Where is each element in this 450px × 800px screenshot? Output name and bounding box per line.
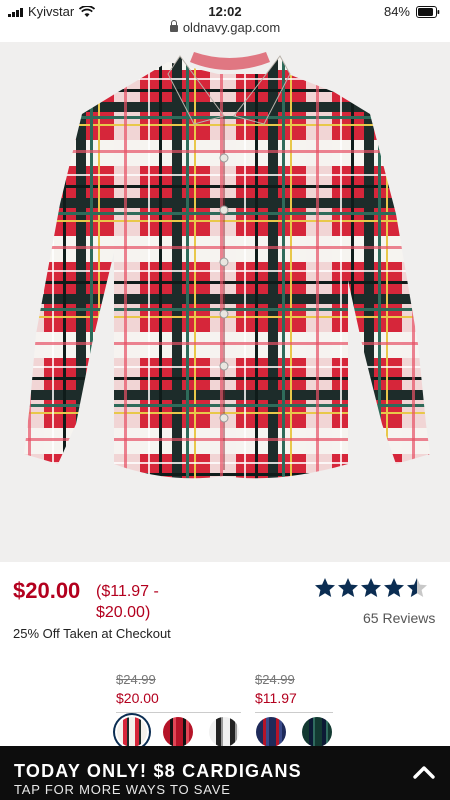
status-right: 84% (384, 4, 440, 19)
clock: 12:02 (208, 4, 242, 19)
variant-1-divider (116, 712, 241, 713)
address-bar[interactable]: oldnavy.gap.com (0, 20, 450, 40)
swatch-red-black-plaid[interactable] (163, 717, 193, 747)
swatch-white-red-plaid[interactable] (117, 717, 147, 747)
variant-price-1[interactable]: $24.99 $20.00 (116, 672, 241, 713)
product-price: $20.00 (13, 578, 81, 603)
lock-icon (169, 20, 178, 32)
promo-title: TODAY ONLY! $8 CARDIGANS (14, 761, 302, 781)
product-image-carousel[interactable] (0, 42, 450, 562)
promo-banner[interactable]: TODAY ONLY! $8 CARDIGANS TAP FOR MORE WA… (0, 746, 450, 800)
star-rating[interactable] (314, 577, 428, 599)
price-range: ($11.97 - $20.00) (96, 583, 159, 621)
variant-1-sale-price: $20.00 (116, 690, 159, 706)
discount-text: 25% Off Taken at Checkout (13, 626, 171, 641)
color-swatches (0, 717, 450, 747)
url-text: oldnavy.gap.com (182, 20, 281, 35)
variant-1-was-price: $24.99 (116, 672, 156, 687)
battery-percent: 84% (383, 4, 410, 19)
variant-2-was-price: $24.99 (255, 672, 295, 687)
promo-subtitle: TAP FOR MORE WAYS TO SAVE (14, 782, 231, 797)
star-icon (384, 578, 404, 597)
variant-price-2[interactable]: $24.99 $11.97 (255, 672, 333, 713)
swatch-navy-red-plaid[interactable] (256, 717, 286, 747)
variant-2-divider (255, 712, 333, 713)
variant-2-sale-price: $11.97 (255, 690, 297, 706)
star-icon (315, 578, 335, 597)
star-icon (361, 578, 381, 597)
reviews-link[interactable]: 65 Reviews (363, 610, 435, 626)
swatch-green-navy-plaid[interactable] (302, 717, 332, 747)
swatch-black-white-plaid[interactable] (209, 717, 239, 747)
star-icon (338, 578, 358, 597)
battery-icon (416, 5, 440, 18)
chevron-up-icon[interactable] (412, 762, 436, 782)
product-image-shirt (24, 52, 430, 479)
star-icon (407, 578, 427, 597)
